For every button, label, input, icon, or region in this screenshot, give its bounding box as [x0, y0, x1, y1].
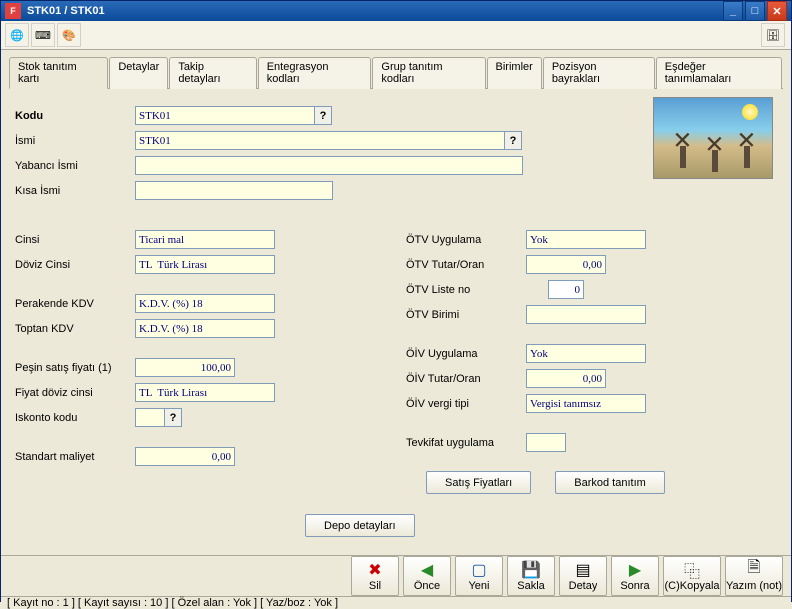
- window-controls: _ □ ✕: [723, 1, 787, 21]
- otv-uygulama-input[interactable]: [526, 230, 646, 249]
- cinsi-label: Cinsi: [15, 234, 135, 246]
- tab-grup[interactable]: Grup tanıtım kodları: [372, 57, 485, 89]
- tab-pozisyon[interactable]: Pozisyon bayrakları: [543, 57, 655, 89]
- ismi-label: İsmi: [15, 135, 135, 147]
- once-button[interactable]: ◀Önce: [403, 556, 451, 596]
- copy-icon: ⿻: [684, 561, 700, 579]
- oiv-uygulama-label: ÖİV Uygulama: [406, 348, 526, 360]
- toolbar-db-button[interactable]: 🗄: [761, 23, 785, 47]
- otv-uygulama-label: ÖTV Uygulama: [406, 234, 526, 246]
- database-icon: 🗄: [766, 29, 780, 42]
- kodu-input[interactable]: [135, 106, 315, 125]
- fiyat-doviz-input[interactable]: [135, 383, 275, 402]
- keyboard-icon: ⌨: [35, 29, 51, 42]
- otv-birimi-input[interactable]: [526, 305, 646, 324]
- kopyala-button[interactable]: ⿻(C)Kopyala: [663, 556, 721, 596]
- otv-tutar-label: ÖTV Tutar/Oran: [406, 259, 526, 271]
- perakende-kdv-label: Perakende KDV: [15, 298, 135, 310]
- toptan-kdv-label: Toptan KDV: [15, 323, 135, 335]
- save-icon: 💾: [521, 561, 541, 579]
- iskonto-label: Iskonto kodu: [15, 412, 135, 424]
- tab-entegrasyon[interactable]: Entegrasyon kodları: [258, 57, 372, 89]
- doviz-cinsi-label: Döviz Cinsi: [15, 259, 135, 271]
- yabanci-ismi-input[interactable]: [135, 156, 523, 175]
- top-toolbar: 🌐 ⌨ 🎨 🗄: [1, 21, 791, 50]
- pesin-satis-label: Peşin satış fiyatı (1): [15, 362, 135, 374]
- app-window: F STK01 / STK01 _ □ ✕ 🌐 ⌨ 🎨 🗄 Stok tanıt…: [0, 0, 792, 602]
- fiyat-doviz-label: Fiyat döviz cinsi: [15, 387, 135, 399]
- status-text: [ Kayıt no : 1 ] [ Kayıt sayısı : 10 ] […: [7, 597, 338, 609]
- right-column: ÖTV Uygulama ÖTV Tutar/Oran ÖTV Liste no…: [406, 229, 777, 498]
- window-title: STK01 / STK01: [27, 5, 723, 17]
- delete-icon: ✖: [368, 561, 381, 579]
- otv-liste-label: ÖTV Liste no: [406, 284, 526, 296]
- oiv-tutar-input[interactable]: [526, 369, 606, 388]
- product-image[interactable]: [653, 97, 773, 179]
- oiv-uygulama-input[interactable]: [526, 344, 646, 363]
- toolbar-refresh-button[interactable]: 🌐: [5, 23, 29, 47]
- doviz-cinsi-input[interactable]: [135, 255, 275, 274]
- standart-maliyet-input[interactable]: [135, 447, 235, 466]
- left-column: Cinsi Döviz Cinsi Perakende KDV Toptan K…: [15, 229, 386, 498]
- toolbar-keyboard-button[interactable]: ⌨: [31, 23, 55, 47]
- minimize-button[interactable]: _: [723, 1, 743, 21]
- yeni-button[interactable]: ▢Yeni: [455, 556, 503, 596]
- previous-icon: ◀: [421, 561, 433, 579]
- otv-tutar-input[interactable]: [526, 255, 606, 274]
- oiv-vergi-label: ÖİV vergi tipi: [406, 398, 526, 410]
- status-bar: [ Kayıt no : 1 ] [ Kayıt sayısı : 10 ] […: [1, 596, 791, 609]
- globe-icon: 🌐: [10, 29, 24, 42]
- detail-icon: ▤: [575, 561, 590, 579]
- barkod-tanitim-button[interactable]: Barkod tanıtım: [555, 471, 665, 494]
- tab-stok-tanitim[interactable]: Stok tanıtım kartı: [9, 57, 108, 89]
- kisa-ismi-label: Kısa İsmi: [15, 185, 135, 197]
- note-icon: 🗎: [748, 561, 761, 579]
- form-area: Kodu ? İsmi ? Yabancı İsmi Kısa İsmi: [9, 93, 783, 549]
- pesin-satis-input[interactable]: [135, 358, 235, 377]
- iskonto-input[interactable]: [135, 408, 165, 427]
- sonra-button[interactable]: ▶Sonra: [611, 556, 659, 596]
- maximize-button[interactable]: □: [745, 1, 765, 21]
- satis-fiyatlari-button[interactable]: Satış Fiyatları: [426, 471, 531, 494]
- app-icon: F: [5, 3, 21, 19]
- tab-takip[interactable]: Takip detayları: [169, 57, 256, 89]
- tevkifat-label: Tevkifat uygulama: [406, 437, 526, 449]
- tab-birimler[interactable]: Birimler: [487, 57, 542, 89]
- titlebar: F STK01 / STK01 _ □ ✕: [1, 1, 791, 21]
- form-columns: Cinsi Döviz Cinsi Perakende KDV Toptan K…: [15, 229, 777, 498]
- sakla-button[interactable]: 💾Sakla: [507, 556, 555, 596]
- yabanci-ismi-label: Yabancı İsmi: [15, 160, 135, 172]
- ismi-help-button[interactable]: ?: [504, 131, 522, 150]
- yazim-button[interactable]: 🗎Yazım (not): [725, 556, 783, 596]
- sil-button[interactable]: ✖Sil: [351, 556, 399, 596]
- kisa-ismi-input[interactable]: [135, 181, 333, 200]
- detay-button[interactable]: ▤Detay: [559, 556, 607, 596]
- tab-detaylar[interactable]: Detaylar: [109, 57, 168, 89]
- perakende-kdv-input[interactable]: [135, 294, 275, 313]
- oiv-tutar-label: ÖİV Tutar/Oran: [406, 373, 526, 385]
- cinsi-input[interactable]: [135, 230, 275, 249]
- oiv-vergi-input[interactable]: [526, 394, 646, 413]
- kodu-help-button[interactable]: ?: [314, 106, 332, 125]
- tevkifat-input[interactable]: [526, 433, 566, 452]
- otv-birimi-label: ÖTV Birimi: [406, 309, 526, 321]
- toolbar-palette-button[interactable]: 🎨: [57, 23, 81, 47]
- kodu-label: Kodu: [15, 110, 135, 122]
- iskonto-help-button[interactable]: ?: [164, 408, 182, 427]
- ismi-input[interactable]: [135, 131, 505, 150]
- tab-esdeger[interactable]: Eşdeğer tanımlamaları: [656, 57, 782, 89]
- close-button[interactable]: ✕: [767, 1, 787, 21]
- otv-liste-input[interactable]: [548, 280, 584, 299]
- standart-maliyet-label: Standart maliyet: [15, 451, 135, 463]
- new-icon: ▢: [471, 561, 486, 579]
- depo-detaylari-button[interactable]: Depo detayları: [305, 514, 415, 537]
- toptan-kdv-input[interactable]: [135, 319, 275, 338]
- next-icon: ▶: [629, 561, 641, 579]
- palette-icon: 🎨: [62, 29, 76, 42]
- tab-bar: Stok tanıtım kartı Detaylar Takip detayl…: [9, 56, 783, 89]
- bottom-toolbar: ✖Sil ◀Önce ▢Yeni 💾Sakla ▤Detay ▶Sonra ⿻(…: [1, 555, 791, 596]
- content-area: Stok tanıtım kartı Detaylar Takip detayl…: [1, 50, 791, 555]
